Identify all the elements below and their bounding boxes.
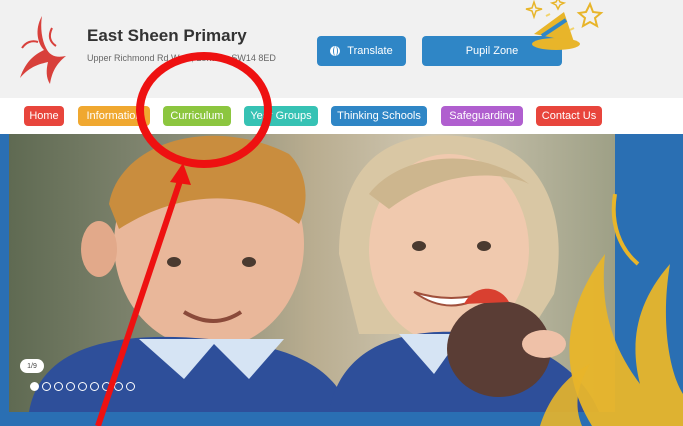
nav-contact-us[interactable]: Contact Us — [536, 106, 602, 126]
gold-flame-decoration-icon — [540, 194, 683, 426]
pupil-zone-label: Pupil Zone — [465, 45, 519, 57]
nav-year-groups[interactable]: Year Groups — [244, 106, 318, 126]
nav-thinking-schools[interactable]: Thinking Schools — [331, 106, 427, 126]
site-header: East Sheen Primary Upper Richmond Rd Wes… — [0, 0, 683, 98]
slider-dot[interactable] — [90, 382, 99, 391]
slider-pagination — [30, 382, 135, 391]
school-name[interactable]: East Sheen Primary — [87, 26, 247, 46]
nav-home[interactable]: Home — [24, 106, 64, 126]
slider-dot[interactable] — [114, 382, 123, 391]
slider-dot[interactable] — [126, 382, 135, 391]
school-logo-icon[interactable] — [12, 8, 74, 88]
slider-dot[interactable] — [102, 382, 111, 391]
globe-icon — [330, 46, 341, 56]
slide-counter: 1/9 — [20, 359, 44, 373]
slider-dot[interactable] — [54, 382, 63, 391]
slider-dot[interactable] — [66, 382, 75, 391]
main-navigation: Home Information Curriculum Year Groups … — [0, 100, 683, 134]
slider-dot[interactable] — [42, 382, 51, 391]
nav-safeguarding[interactable]: Safeguarding — [441, 106, 523, 126]
slider-dot[interactable] — [78, 382, 87, 391]
hero-slider[interactable]: 1/9 — [0, 134, 683, 426]
translate-label: Translate — [347, 45, 393, 57]
nav-curriculum[interactable]: Curriculum — [163, 106, 231, 126]
slider-dot[interactable] — [30, 382, 39, 391]
magic-hat-icon — [525, 0, 604, 50]
translate-button[interactable]: Translate — [317, 36, 406, 66]
nav-information[interactable]: Information — [78, 106, 150, 126]
school-address: Upper Richmond Rd West, London, SW14 8ED — [87, 53, 276, 63]
